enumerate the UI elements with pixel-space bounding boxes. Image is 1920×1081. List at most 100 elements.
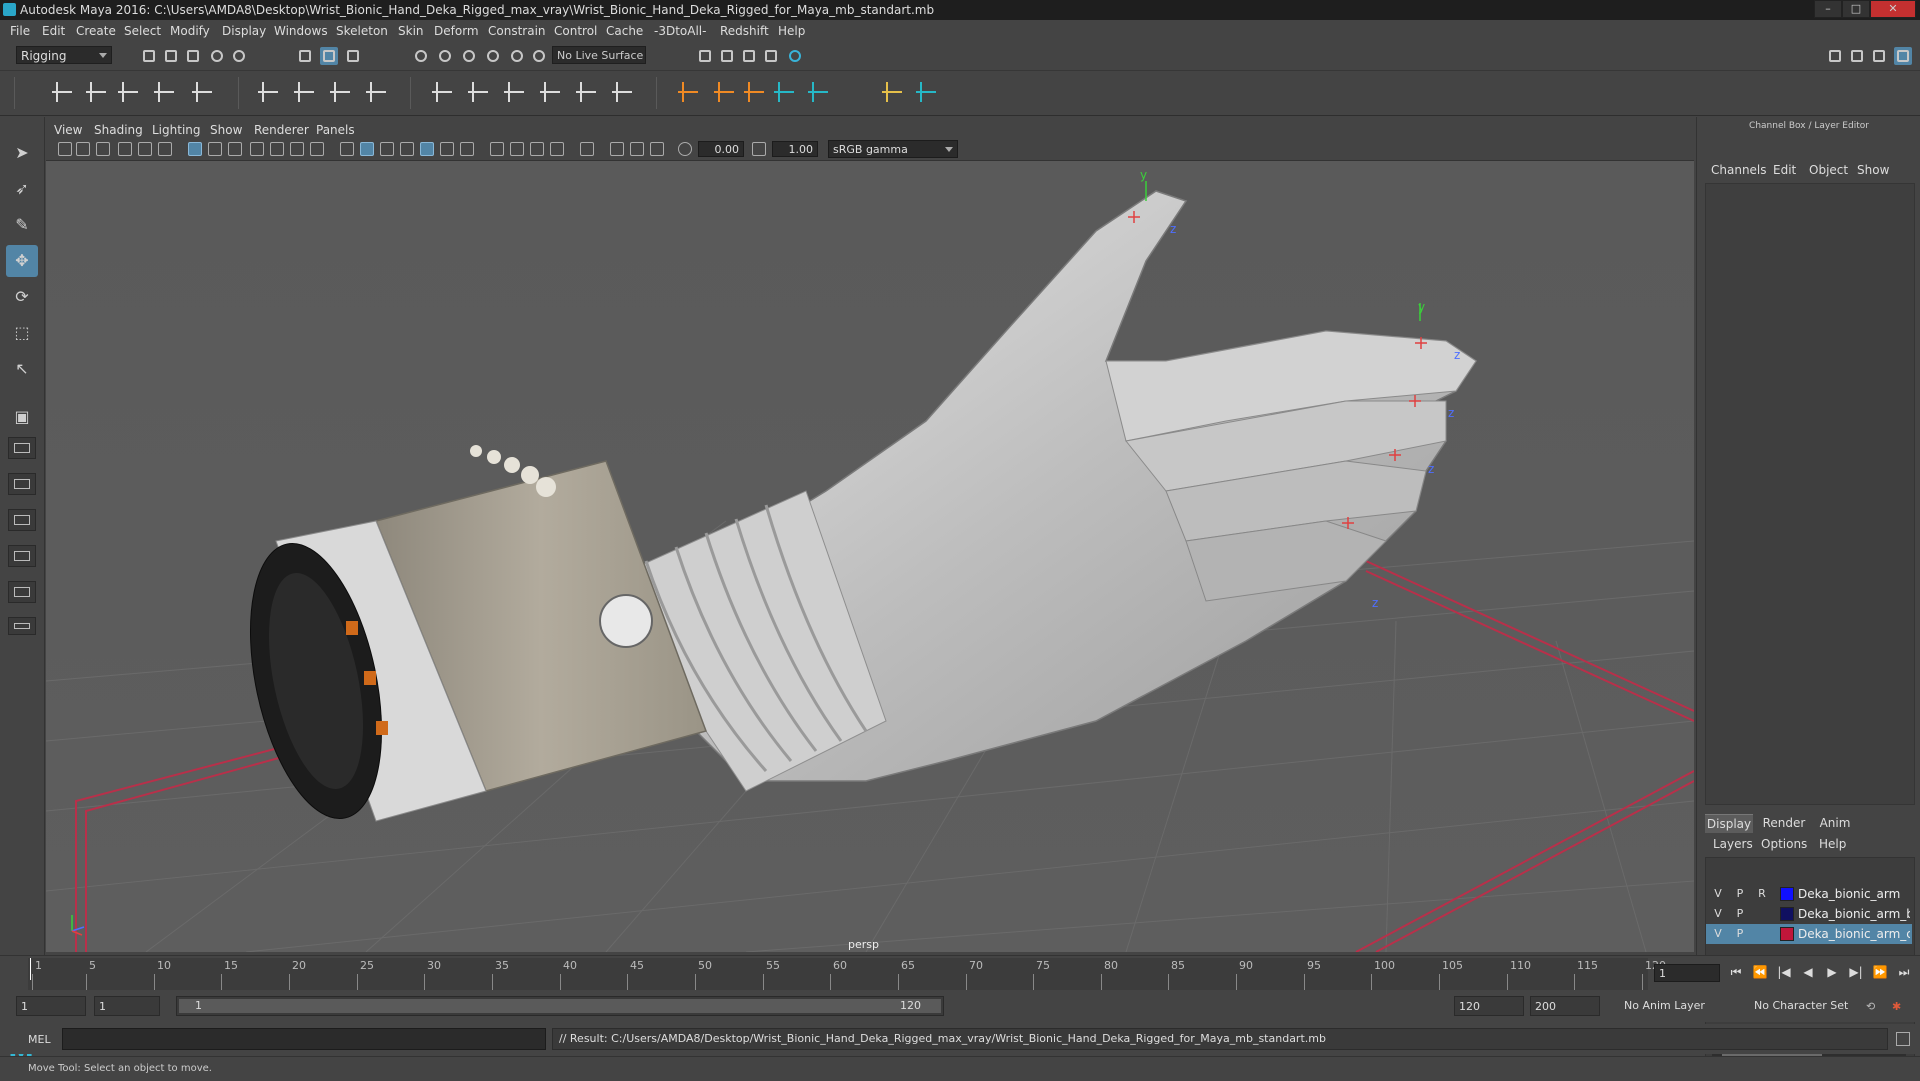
persp-outliner-layout[interactable] (8, 473, 36, 495)
attribute-editor-icon[interactable] (1848, 47, 1866, 65)
create-joint-icon[interactable] (50, 79, 76, 105)
layer-color-swatch[interactable] (1780, 907, 1794, 921)
menu-set-selector[interactable]: Rigging (16, 46, 112, 64)
minimize-button[interactable]: – (1814, 0, 1842, 18)
gamma-icon[interactable] (752, 142, 766, 156)
menu-create[interactable]: Create (76, 24, 116, 38)
render-settings-icon[interactable] (696, 47, 714, 65)
layer-color-swatch[interactable] (1780, 887, 1794, 901)
camera-icon[interactable] (58, 142, 72, 156)
snap-to-curve-icon[interactable] (436, 47, 454, 65)
menu-cache[interactable]: Cache (606, 24, 643, 38)
snap-to-surface-icon[interactable] (508, 47, 526, 65)
live-surface-field[interactable]: No Live Surface (552, 46, 646, 64)
script-language-toggle[interactable]: MEL (28, 1033, 51, 1046)
layer-menu-layers[interactable]: Layers (1713, 837, 1753, 851)
hypershade-persp-layout[interactable] (8, 545, 36, 567)
menu-windows[interactable]: Windows (274, 24, 328, 38)
bind-skin-icon[interactable] (256, 79, 282, 105)
menu-constrain[interactable]: Constrain (488, 24, 546, 38)
menu-help[interactable]: Help (778, 24, 805, 38)
scale-tool[interactable]: ⬚ (6, 317, 38, 349)
layer-color-swatch[interactable] (1780, 927, 1794, 941)
anim-layer-select[interactable]: No Anim Layer (1620, 996, 1740, 1016)
menu-redshift[interactable]: Redshift (720, 24, 769, 38)
vp-menu-lighting[interactable]: Lighting (152, 123, 201, 137)
blend-shape-icon[interactable] (880, 79, 906, 105)
menu-file[interactable]: File (10, 24, 30, 38)
use-all-lights-icon[interactable] (440, 142, 454, 156)
single-perspective-layout[interactable]: ▣ (6, 401, 38, 433)
exposure-icon[interactable] (678, 142, 692, 156)
paint-weights-icon[interactable] (292, 79, 318, 105)
cb-menu-channels[interactable]: Channels (1711, 163, 1767, 177)
hypershade-icon[interactable] (786, 47, 804, 65)
undo-icon[interactable] (208, 47, 226, 65)
open-scene-icon[interactable] (162, 47, 180, 65)
joint-orient-icon[interactable] (712, 79, 738, 105)
make-live-icon[interactable] (530, 47, 548, 65)
four-view-layout[interactable] (8, 437, 36, 459)
pole-vector-constraint-icon[interactable] (610, 79, 636, 105)
timeline-track[interactable]: 1 5 10 15 20 25 30 35 40 45 50 55 60 65 70 75 80 85 90 95 10… (28, 958, 1666, 990)
cb-menu-object[interactable]: Object (1809, 163, 1848, 177)
insert-joint-icon[interactable] (152, 79, 178, 105)
playback-start-field[interactable]: 1 (94, 996, 160, 1016)
layer-visibility-toggle[interactable]: V (1710, 926, 1726, 942)
layer-reference-toggle[interactable]: R (1754, 886, 1770, 902)
new-scene-icon[interactable] (140, 47, 158, 65)
layer-visibility-toggle[interactable]: V (1710, 906, 1726, 922)
anti-aliasing-icon[interactable] (530, 142, 544, 156)
resolution-gate-icon[interactable] (228, 142, 242, 156)
grease-pencil-icon[interactable] (158, 142, 172, 156)
view-transform-select[interactable]: sRGB gamma (828, 140, 958, 158)
paint-select-tool[interactable]: ✎ (6, 209, 38, 241)
step-forward-key-button[interactable]: ⏩ (1872, 964, 1888, 980)
render-current-frame-icon[interactable] (718, 47, 736, 65)
menu-edit[interactable]: Edit (42, 24, 65, 38)
step-back-frame-button[interactable]: |◀ (1776, 964, 1792, 980)
menu-skin[interactable]: Skin (398, 24, 424, 38)
menu-skeleton[interactable]: Skeleton (336, 24, 388, 38)
maya-m-icon[interactable] (772, 79, 798, 105)
snap-to-view-plane-icon[interactable] (484, 47, 502, 65)
snap-to-grid-icon[interactable] (412, 47, 430, 65)
select-tool[interactable]: ➤ (6, 137, 38, 169)
tab-anim[interactable]: Anim (1813, 814, 1857, 832)
cb-menu-edit[interactable]: Edit (1773, 163, 1796, 177)
ik-spline-icon[interactable] (116, 79, 142, 105)
smooth-shade-icon[interactable] (360, 142, 374, 156)
select-by-component-icon[interactable] (344, 47, 362, 65)
xray-active-icon[interactable] (630, 142, 644, 156)
exposure-field[interactable]: 0.00 (698, 141, 744, 157)
move-tool[interactable]: ✥ (6, 245, 38, 277)
motion-blur-icon[interactable] (510, 142, 524, 156)
render-view-icon[interactable] (762, 47, 780, 65)
layer-playback-toggle[interactable]: P (1732, 926, 1748, 942)
grid-toggle-icon[interactable] (188, 142, 202, 156)
wireframe-on-shaded-icon[interactable] (400, 142, 414, 156)
menu-control[interactable]: Control (554, 24, 597, 38)
aim-constraint-icon[interactable] (574, 79, 600, 105)
gamma-field[interactable]: 1.00 (772, 141, 818, 157)
play-backwards-button[interactable]: ◀ (1800, 964, 1816, 980)
rotate-tool[interactable]: ⟳ (6, 281, 38, 313)
textured-icon[interactable] (420, 142, 434, 156)
persp-uv-layout[interactable] (8, 581, 36, 603)
tool-settings-icon[interactable] (1870, 47, 1888, 65)
animation-start-field[interactable]: 1 (16, 996, 86, 1016)
menu-select[interactable]: Select (124, 24, 161, 38)
menu-display[interactable]: Display (222, 24, 266, 38)
field-chart-icon[interactable] (270, 142, 284, 156)
lattice-icon[interactable] (328, 79, 354, 105)
go-to-end-button[interactable]: ⏭ (1896, 964, 1912, 980)
more-layouts[interactable] (8, 617, 36, 635)
persp-graph-layout[interactable] (8, 509, 36, 531)
ipr-render-icon[interactable] (740, 47, 758, 65)
depth-of-field-icon[interactable] (550, 142, 564, 156)
step-back-key-button[interactable]: ⏪ (1752, 964, 1768, 980)
xray-joints-icon[interactable] (650, 142, 664, 156)
range-slider-bar[interactable]: 1 120 (176, 996, 944, 1016)
character-set-select[interactable]: No Character Set (1750, 996, 1870, 1016)
vp-menu-show[interactable]: Show (210, 123, 242, 137)
